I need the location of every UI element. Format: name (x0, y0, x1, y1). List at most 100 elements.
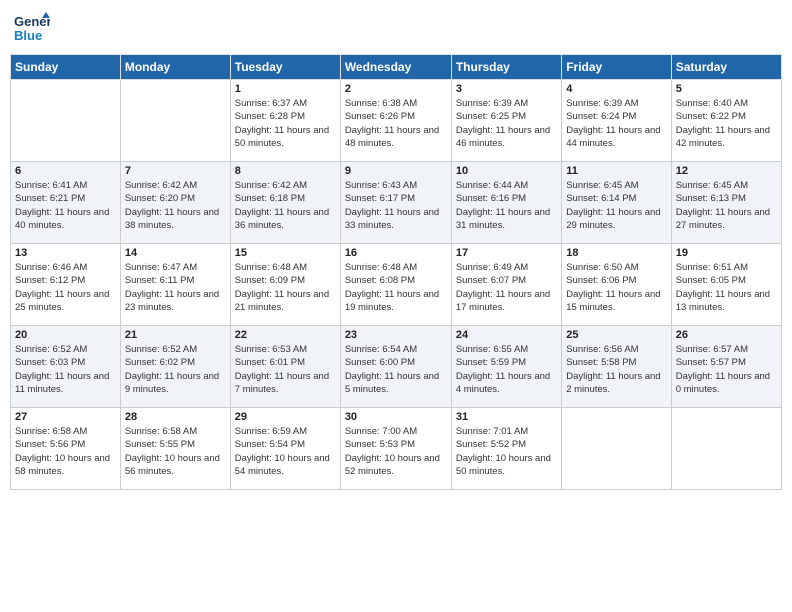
calendar-table: SundayMondayTuesdayWednesdayThursdayFrid… (10, 54, 782, 490)
day-number: 27 (15, 411, 116, 423)
day-info: Sunrise: 6:39 AMSunset: 6:25 PMDaylight:… (456, 97, 557, 150)
calendar-cell: 12 Sunrise: 6:45 AMSunset: 6:13 PMDayligh… (671, 162, 781, 244)
day-info: Sunrise: 6:53 AMSunset: 6:01 PMDaylight:… (235, 343, 336, 396)
calendar-cell: 9 Sunrise: 6:43 AMSunset: 6:17 PMDaylight… (340, 162, 451, 244)
day-header-wednesday: Wednesday (340, 55, 451, 80)
day-header-saturday: Saturday (671, 55, 781, 80)
day-number: 20 (15, 329, 116, 341)
calendar-header-row: SundayMondayTuesdayWednesdayThursdayFrid… (11, 55, 782, 80)
day-info: Sunrise: 6:55 AMSunset: 5:59 PMDaylight:… (456, 343, 557, 396)
calendar-week-row: 1 Sunrise: 6:37 AMSunset: 6:28 PMDaylight… (11, 80, 782, 162)
day-info: Sunrise: 6:47 AMSunset: 6:11 PMDaylight:… (125, 261, 226, 314)
day-number: 16 (345, 247, 447, 259)
calendar-cell: 13 Sunrise: 6:46 AMSunset: 6:12 PMDayligh… (11, 244, 121, 326)
day-number: 8 (235, 165, 336, 177)
day-number: 1 (235, 83, 336, 95)
day-info: Sunrise: 6:41 AMSunset: 6:21 PMDaylight:… (15, 179, 116, 232)
calendar-cell: 27Sunrise: 6:58 AMSunset: 5:56 PMDayligh… (11, 408, 121, 490)
day-info: Sunrise: 6:45 AMSunset: 6:13 PMDaylight:… (676, 179, 777, 232)
calendar-cell (562, 408, 671, 490)
calendar-cell: 22 Sunrise: 6:53 AMSunset: 6:01 PMDayligh… (230, 326, 340, 408)
calendar-cell (671, 408, 781, 490)
calendar-cell: 3 Sunrise: 6:39 AMSunset: 6:25 PMDaylight… (451, 80, 561, 162)
calendar-cell: 10 Sunrise: 6:44 AMSunset: 6:16 PMDayligh… (451, 162, 561, 244)
calendar-cell: 7Sunrise: 6:42 AMSunset: 6:20 PMDaylight… (120, 162, 230, 244)
calendar-cell: 26 Sunrise: 6:57 AMSunset: 5:57 PMDayligh… (671, 326, 781, 408)
calendar-cell: 4Sunrise: 6:39 AMSunset: 6:24 PMDaylight… (562, 80, 671, 162)
calendar-cell: 1 Sunrise: 6:37 AMSunset: 6:28 PMDaylight… (230, 80, 340, 162)
calendar-cell: 15Sunrise: 6:48 AMSunset: 6:09 PMDayligh… (230, 244, 340, 326)
day-number: 5 (676, 83, 777, 95)
calendar-cell: 21 Sunrise: 6:52 AMSunset: 6:02 PMDayligh… (120, 326, 230, 408)
day-info: Sunrise: 6:51 AMSunset: 6:05 PMDaylight:… (676, 261, 777, 314)
day-info: Sunrise: 6:54 AMSunset: 6:00 PMDaylight:… (345, 343, 447, 396)
day-number: 23 (345, 329, 447, 341)
calendar-cell: 30 Sunrise: 7:00 AMSunset: 5:53 PMDayligh… (340, 408, 451, 490)
calendar-week-row: 20 Sunrise: 6:52 AMSunset: 6:03 PMDayligh… (11, 326, 782, 408)
day-number: 13 (15, 247, 116, 259)
calendar-cell: 29 Sunrise: 6:59 AMSunset: 5:54 PMDayligh… (230, 408, 340, 490)
day-info: Sunrise: 6:38 AMSunset: 6:26 PMDaylight:… (345, 97, 447, 150)
day-number: 9 (345, 165, 447, 177)
day-info: Sunrise: 6:46 AMSunset: 6:12 PMDaylight:… (15, 261, 116, 314)
day-number: 15 (235, 247, 336, 259)
calendar-cell: 19 Sunrise: 6:51 AMSunset: 6:05 PMDayligh… (671, 244, 781, 326)
day-number: 21 (125, 329, 226, 341)
day-info: Sunrise: 6:45 AMSunset: 6:14 PMDaylight:… (566, 179, 666, 232)
day-info: Sunrise: 6:49 AMSunset: 6:07 PMDaylight:… (456, 261, 557, 314)
calendar-cell: 28 Sunrise: 6:58 AMSunset: 5:55 PMDayligh… (120, 408, 230, 490)
day-number: 30 (345, 411, 447, 423)
day-number: 25 (566, 329, 666, 341)
day-number: 17 (456, 247, 557, 259)
day-info: Sunrise: 6:58 AMSunset: 5:55 PMDaylight:… (125, 425, 226, 478)
day-info: Sunrise: 6:52 AMSunset: 6:03 PMDaylight:… (15, 343, 116, 396)
day-info: Sunrise: 7:00 AMSunset: 5:53 PMDaylight:… (345, 425, 447, 478)
calendar-cell: 2 Sunrise: 6:38 AMSunset: 6:26 PMDaylight… (340, 80, 451, 162)
day-info: Sunrise: 6:59 AMSunset: 5:54 PMDaylight:… (235, 425, 336, 478)
calendar-cell: 31 Sunrise: 7:01 AMSunset: 5:52 PMDayligh… (451, 408, 561, 490)
day-header-sunday: Sunday (11, 55, 121, 80)
day-number: 18 (566, 247, 666, 259)
day-info: Sunrise: 6:50 AMSunset: 6:06 PMDaylight:… (566, 261, 666, 314)
day-number: 12 (676, 165, 777, 177)
day-info: Sunrise: 6:44 AMSunset: 6:16 PMDaylight:… (456, 179, 557, 232)
calendar-cell: 23 Sunrise: 6:54 AMSunset: 6:00 PMDayligh… (340, 326, 451, 408)
day-info: Sunrise: 6:56 AMSunset: 5:58 PMDaylight:… (566, 343, 666, 396)
calendar-cell: 25 Sunrise: 6:56 AMSunset: 5:58 PMDayligh… (562, 326, 671, 408)
calendar-cell: 20 Sunrise: 6:52 AMSunset: 6:03 PMDayligh… (11, 326, 121, 408)
day-info: Sunrise: 6:43 AMSunset: 6:17 PMDaylight:… (345, 179, 447, 232)
calendar-cell: 6Sunrise: 6:41 AMSunset: 6:21 PMDaylight… (11, 162, 121, 244)
day-info: Sunrise: 6:57 AMSunset: 5:57 PMDaylight:… (676, 343, 777, 396)
day-number: 3 (456, 83, 557, 95)
calendar-cell: 14 Sunrise: 6:47 AMSunset: 6:11 PMDayligh… (120, 244, 230, 326)
calendar-cell: 11Sunrise: 6:45 AMSunset: 6:14 PMDayligh… (562, 162, 671, 244)
day-number: 24 (456, 329, 557, 341)
calendar-week-row: 13 Sunrise: 6:46 AMSunset: 6:12 PMDayligh… (11, 244, 782, 326)
day-info: Sunrise: 7:01 AMSunset: 5:52 PMDaylight:… (456, 425, 557, 478)
logo: General Blue (14, 10, 54, 46)
day-number: 26 (676, 329, 777, 341)
calendar-cell: 5 Sunrise: 6:40 AMSunset: 6:22 PMDaylight… (671, 80, 781, 162)
day-number: 14 (125, 247, 226, 259)
calendar-cell: 16 Sunrise: 6:48 AMSunset: 6:08 PMDayligh… (340, 244, 451, 326)
day-number: 29 (235, 411, 336, 423)
calendar-week-row: 27Sunrise: 6:58 AMSunset: 5:56 PMDayligh… (11, 408, 782, 490)
day-number: 28 (125, 411, 226, 423)
day-number: 31 (456, 411, 557, 423)
svg-text:Blue: Blue (14, 28, 42, 43)
calendar-cell (120, 80, 230, 162)
day-info: Sunrise: 6:48 AMSunset: 6:08 PMDaylight:… (345, 261, 447, 314)
day-info: Sunrise: 6:40 AMSunset: 6:22 PMDaylight:… (676, 97, 777, 150)
day-number: 19 (676, 247, 777, 259)
calendar-cell: 18 Sunrise: 6:50 AMSunset: 6:06 PMDayligh… (562, 244, 671, 326)
day-info: Sunrise: 6:52 AMSunset: 6:02 PMDaylight:… (125, 343, 226, 396)
calendar-cell: 17 Sunrise: 6:49 AMSunset: 6:07 PMDayligh… (451, 244, 561, 326)
day-header-thursday: Thursday (451, 55, 561, 80)
day-number: 2 (345, 83, 447, 95)
page-header: General Blue (10, 10, 782, 46)
day-number: 10 (456, 165, 557, 177)
day-info: Sunrise: 6:37 AMSunset: 6:28 PMDaylight:… (235, 97, 336, 150)
day-number: 22 (235, 329, 336, 341)
calendar-cell (11, 80, 121, 162)
day-header-monday: Monday (120, 55, 230, 80)
